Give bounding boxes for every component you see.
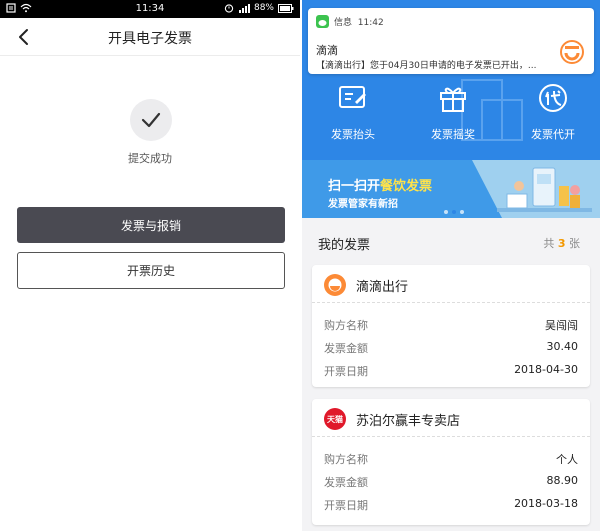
sms-notification[interactable]: 信息 11:42 滴滴 【滴滴出行】您于04月30日申请的电子发票已开出，... — [308, 8, 594, 74]
feature-label: 发票摇奖 — [431, 128, 475, 141]
feature-label: 发票代开 — [531, 128, 575, 141]
invoice-reimburse-button[interactable]: 发票与报销 — [17, 207, 285, 243]
count-prefix: 共 — [543, 237, 555, 250]
banner-pager — [444, 210, 464, 214]
notification-time: 11:42 — [357, 18, 384, 28]
banner-title-highlight: 餐饮发票 — [380, 179, 433, 194]
row-label: 发票金额 — [324, 476, 368, 489]
pager-dot[interactable] — [460, 210, 464, 214]
invoice-count: 共 3 张 — [543, 235, 580, 251]
count-suffix: 张 — [569, 237, 580, 250]
battery-percent: 88% — [253, 3, 274, 13]
merchant-name: 滴滴出行 — [356, 280, 409, 295]
row-value: 个人 — [556, 453, 578, 466]
section-title: 我的发票 — [318, 238, 371, 253]
banner-illustration — [497, 167, 592, 212]
signal-icon — [238, 4, 250, 13]
invoice-card[interactable]: 滴滴出行 购方名称 吴闯闯 发票金额 30.40 开票日期 2018-04-30 — [312, 265, 590, 387]
feature-invoice-proxy[interactable]: 发票代开 — [516, 82, 590, 142]
amount-row: 发票金额 30.40 — [312, 335, 590, 358]
page-title: 开具电子发票 — [108, 31, 192, 47]
status-bar: 11:34 88% — [0, 0, 300, 18]
merchant-name: 苏泊尔赢丰专卖店 — [356, 414, 461, 429]
feature-invoice-lottery[interactable]: 发票摇奖 — [416, 82, 490, 142]
feature-label: 发票抬头 — [331, 128, 375, 141]
header-panel: 信息 11:42 滴滴 【滴滴出行】您于04月30日申请的电子发票已开出，...… — [302, 0, 600, 160]
amount-row: 发票金额 88.90 — [312, 469, 590, 492]
row-label: 开票日期 — [324, 365, 368, 378]
proxy-issue-icon — [539, 84, 567, 112]
row-value: 吴闯闯 — [545, 319, 578, 332]
date-row: 开票日期 2018-03-18 — [312, 492, 590, 515]
didi-logo-icon — [560, 40, 584, 64]
battery-icon — [278, 3, 294, 13]
row-label: 购方名称 — [324, 453, 368, 466]
date-row: 开票日期 2018-04-30 — [312, 358, 590, 381]
row-label: 购方名称 — [324, 319, 368, 332]
count-number: 3 — [557, 237, 566, 250]
nav-bar: 开具电子发票 — [0, 18, 300, 56]
row-label: 开票日期 — [324, 499, 368, 512]
success-message: 提交成功 — [128, 152, 172, 165]
buyer-row: 购方名称 个人 — [312, 446, 590, 469]
invoice-manager-screen: 信息 11:42 滴滴 【滴滴出行】您于04月30日申请的电子发票已开出，...… — [302, 0, 600, 531]
row-value: 2018-04-30 — [514, 363, 578, 376]
row-value: 88.90 — [546, 474, 579, 487]
notification-message: 【滴滴出行】您于04月30日申请的电子发票已开出，... — [316, 61, 537, 71]
pager-dot-active[interactable] — [452, 210, 456, 214]
invoice-submit-screen: 11:34 88% 开具电子发票 提交成功 发票与报销 开票历史 — [0, 0, 300, 531]
didi-logo-icon — [324, 274, 346, 296]
messages-app-icon — [316, 15, 329, 28]
invoice-card[interactable]: 天猫 苏泊尔赢丰专卖店 购方名称 个人 发票金额 88.90 开票日期 2018-03… — [312, 399, 590, 525]
tmall-logo-text: 天猫 — [327, 414, 343, 424]
notification-sender: 滴滴 — [316, 44, 338, 57]
success-check-icon — [130, 99, 172, 141]
row-value: 30.40 — [546, 340, 579, 353]
notification-app: 信息 11:42 — [334, 15, 384, 28]
banner-subtitle: 发票管家有新招 — [328, 199, 398, 210]
feature-invoice-title[interactable]: 发票抬头 — [316, 82, 390, 142]
invoice-card-header: 天猫 苏泊尔赢丰专卖店 — [312, 399, 590, 437]
pager-dot[interactable] — [444, 210, 448, 214]
promo-banner[interactable]: 扫一扫开餐饮发票 发票管家有新招 — [302, 160, 600, 218]
alarm-icon — [224, 4, 234, 13]
row-label: 发票金额 — [324, 342, 368, 355]
buyer-row: 购方名称 吴闯闯 — [312, 312, 590, 335]
invoice-history-button[interactable]: 开票历史 — [17, 252, 285, 289]
banner-title: 扫一扫开餐饮发票 — [328, 175, 432, 194]
tmall-logo-icon: 天猫 — [324, 408, 346, 430]
banner-title-prefix: 扫一扫开 — [328, 179, 381, 194]
invoice-card-header: 滴滴出行 — [312, 265, 590, 303]
row-value: 2018-03-18 — [514, 497, 578, 510]
my-invoices-header: 我的发票 共 3 张 — [302, 224, 600, 260]
notification-app-name: 信息 — [334, 18, 353, 28]
invoice-title-icon — [339, 86, 366, 108]
gift-box-icon — [440, 87, 466, 112]
